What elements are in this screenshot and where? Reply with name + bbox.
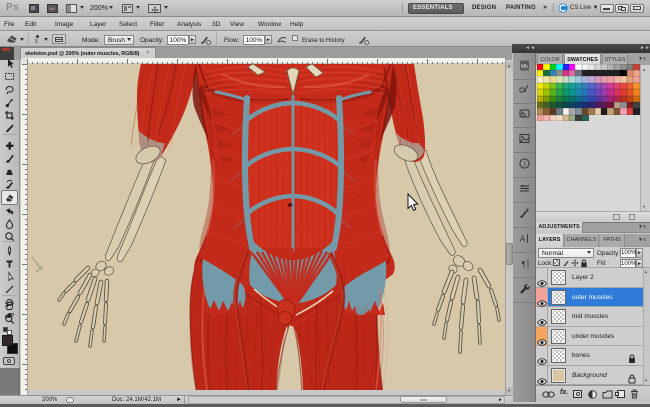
svg-text:i: i bbox=[524, 160, 526, 168]
svg-text:Mb: Mb bbox=[521, 64, 528, 70]
svg-text:A: A bbox=[520, 235, 526, 244]
svg-text:¶: ¶ bbox=[522, 260, 526, 269]
